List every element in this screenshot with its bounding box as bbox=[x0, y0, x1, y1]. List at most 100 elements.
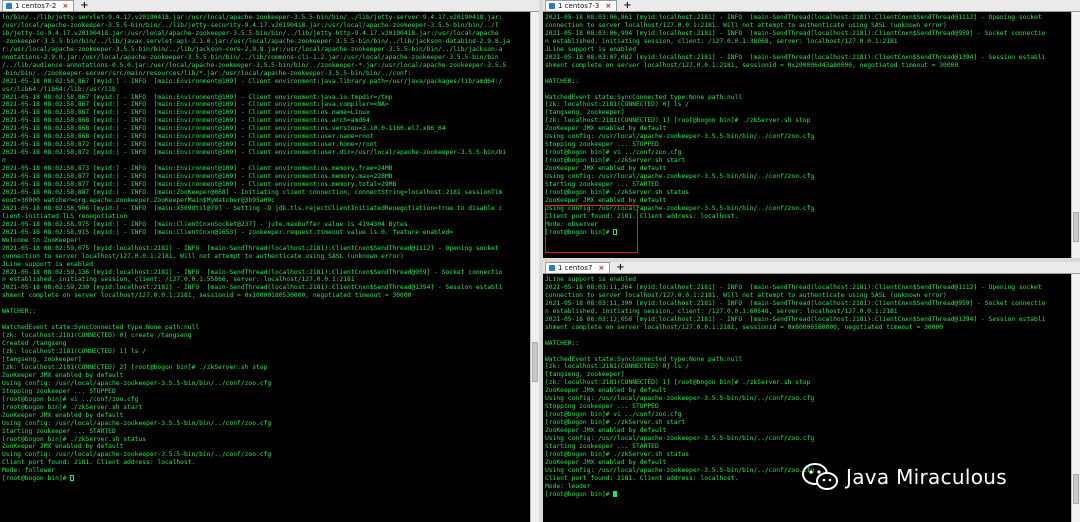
terminal-line: [root@bogon bin]# ./zkServer.sh start bbox=[545, 157, 686, 165]
scrollbar[interactable] bbox=[1071, 274, 1080, 522]
terminal-line: Created /tangseng bbox=[2, 340, 67, 348]
terminal-line: [zk: localhost:2181(CONNECTED) 0] create… bbox=[2, 332, 192, 340]
scrollbar-thumb[interactable] bbox=[1073, 212, 1079, 242]
scrollbar[interactable] bbox=[530, 12, 539, 522]
terminal-icon bbox=[549, 3, 555, 9]
terminal-line: 2021-05-18 08:03:06,994 [myid:localhost:… bbox=[545, 29, 1046, 37]
terminal-line: ZooKeeper JMX enabled by default bbox=[545, 196, 667, 204]
scrollbar-thumb[interactable] bbox=[532, 342, 538, 382]
terminal-prompt-line[interactable]: [root@bogon bin]# bbox=[2, 475, 529, 483]
terminal-line: 2021-05-18 08:02:58,868 [myid:] - INFO [… bbox=[2, 117, 370, 125]
terminal-line: ln/bin/../lib/jetty-servlet-9.4.17.v2019… bbox=[2, 14, 503, 21]
terminal-line: ZooKeeper JMX enabled by default bbox=[2, 371, 124, 379]
terminal-line: [zk: localhost:2181(CONNECTED) 1] ls / bbox=[2, 348, 147, 356]
terminal-line: ZooKeeper JMX enabled by default bbox=[545, 165, 667, 173]
terminal-line: n established, initiating session, clien… bbox=[545, 307, 898, 315]
terminal-line: 2021-05-18 08:02:58,873 [myid:] - INFO [… bbox=[2, 165, 393, 173]
terminal-line: Using config: /usr/local/apache-zookeepe… bbox=[2, 379, 272, 387]
terminal-line: n bbox=[2, 157, 6, 165]
shell-prompt: [root@bogon bin]# bbox=[545, 490, 614, 498]
terminal-line: 2021-05-18 08:02:58,975 [myid:] - INFO [… bbox=[2, 220, 408, 228]
mode-highlight-box bbox=[545, 205, 638, 253]
terminal-line: Using config: /usr/local/apache-zookeepe… bbox=[545, 173, 815, 181]
terminal-line: 2021-05-18 08:02:58,868 [myid:] - INFO [… bbox=[2, 133, 374, 141]
terminal-line: WATCHER:: bbox=[545, 77, 580, 85]
terminal-line: 2021-05-18 08:02:58,867 [myid:] - INFO [… bbox=[2, 93, 393, 101]
terminal-icon bbox=[6, 3, 12, 9]
terminal-line: JLine support is enabled bbox=[545, 45, 636, 53]
terminal-line: connection to server localhost/127.0.0.1… bbox=[545, 291, 947, 299]
terminal-line: [zk: localhost:2181(CONNECTED) 2] [root@… bbox=[2, 363, 268, 371]
terminal-line: Using config: /usr/local/apache-zookeepe… bbox=[545, 435, 815, 443]
terminal-line: connection to server localhost/127.0.0.1… bbox=[2, 252, 404, 260]
terminal-line: 2021-05-18 08:02:58,872 [myid:] - INFO [… bbox=[2, 149, 507, 157]
terminal-line: WatchedEvent state:SyncConnected type:No… bbox=[2, 324, 200, 332]
terminal-line: [root@bogon bin]# ./zkServer.sh status bbox=[545, 450, 690, 458]
tab-centos7[interactable]: 1 centos7 × bbox=[545, 262, 611, 273]
bottom-right-tab-bar: 1 centos7 × + bbox=[543, 262, 1080, 274]
terminal-line: [root@bogon bin]# vi ../conf/zoo.cfg bbox=[545, 149, 682, 157]
terminal-line: ib/jetty-io-9.4.17.v20190418.jar:/usr/lo… bbox=[2, 29, 499, 37]
left-tab-bar: 1 centos7-2 × + bbox=[0, 0, 539, 12]
terminal-line: 2021-05-18 08:03:12,058 [myid:localhost:… bbox=[545, 315, 1046, 323]
new-tab-button[interactable]: + bbox=[80, 0, 88, 11]
terminal-line: [tangseng, zookeeper] bbox=[2, 355, 82, 363]
terminal-line: usr/lib64:/lib64:/lib:/usr/lib bbox=[2, 85, 116, 93]
terminal-line: n established, initiating session, clien… bbox=[545, 37, 898, 45]
terminal-line: 2021-05-18 08:02:58,867 [myid:] - INFO [… bbox=[2, 101, 389, 109]
terminal-line: WATCHER:: bbox=[545, 339, 580, 347]
terminal-output[interactable]: ln/bin/../lib/jetty-servlet-9.4.17.v2019… bbox=[2, 14, 529, 522]
terminal-line: ZooKeeper JMX enabled by default bbox=[545, 427, 667, 435]
terminal-line: [tangseng, zookeeper] bbox=[545, 371, 625, 379]
scrollbar-thumb[interactable] bbox=[1073, 474, 1079, 504]
tab-label: 1 centos7-2 bbox=[15, 2, 57, 10]
terminal-line: 2021-05-18 08:02:58,877 [myid:] - INFO [… bbox=[2, 173, 393, 181]
terminal-line: ZooKeeper JMX enabled by default bbox=[545, 125, 667, 133]
new-tab-button[interactable]: + bbox=[616, 262, 624, 273]
terminal-line: [root@bogon bin]# vi ../conf/zoo.cfg bbox=[2, 395, 139, 403]
terminal-line: n established, initiating session, clien… bbox=[2, 276, 355, 284]
terminal-line: Starting zookeeper ... STARTED bbox=[545, 181, 659, 189]
terminal-line: shment complete on server localhost/127.… bbox=[2, 292, 412, 300]
terminal-line: [root@bogon bin]# vi ../conf/zoo.cfg bbox=[545, 411, 682, 419]
text-cursor bbox=[70, 475, 75, 482]
terminal-line: 2021-05-18 08:03:11,264 [myid:localhost:… bbox=[545, 283, 1042, 291]
terminal-line: 2021-05-18 08:02:58,868 [myid:] - INFO [… bbox=[2, 125, 446, 133]
terminal-icon bbox=[549, 265, 555, 271]
terminal-line: [tangseng, zookeeper] bbox=[545, 109, 625, 117]
terminal-line: [zk: localhost:2181(CONNECTED) 1] [root@… bbox=[545, 379, 811, 387]
scrollbar[interactable] bbox=[1071, 12, 1080, 258]
terminal-line: Mode: follower bbox=[2, 467, 56, 475]
shell-prompt: [root@bogon bin]# bbox=[2, 475, 71, 483]
terminal-line: 2021-05-18 08:02:58,906 [myid:] - INFO [… bbox=[2, 204, 503, 212]
terminal-line: ZooKeeper JMX enabled by default bbox=[2, 411, 124, 419]
close-icon[interactable]: × bbox=[62, 2, 68, 10]
terminal-line: Stopping zookeeper ... STOPPED bbox=[2, 387, 116, 395]
terminal-line: Using config: /usr/local/apache-zookeepe… bbox=[2, 419, 272, 427]
terminal-line: JLine support is enabled bbox=[545, 276, 636, 283]
new-tab-button[interactable]: + bbox=[623, 0, 631, 11]
close-icon[interactable]: × bbox=[605, 2, 611, 10]
terminal-line: 2021-05-18 08:03:06,861 [myid:localhost:… bbox=[545, 14, 1042, 21]
close-icon[interactable]: × bbox=[598, 264, 604, 272]
terminal-line: Starting zookeeper ... STARTED bbox=[2, 427, 116, 435]
tab-centos7-3[interactable]: 1 centos7-3 × bbox=[545, 0, 618, 11]
terminal-line: eout=30000 watcher=org.apache.zookeeper.… bbox=[2, 196, 275, 204]
terminal-line: 2021-05-18 08:02:58,867 [myid:] - INFO [… bbox=[2, 109, 370, 117]
terminal-line: [root@bogon bin]# ./zkServer.sh start bbox=[2, 403, 143, 411]
terminal-line: 2021-05-18 08:02:59,239 [myid:localhost:… bbox=[2, 284, 503, 292]
terminal-line: 2021-05-18 08:03:11,390 [myid:localhost:… bbox=[545, 299, 1046, 307]
tab-centos7-2[interactable]: 1 centos7-2 × bbox=[2, 0, 75, 11]
terminal-line: -zookeeper-3.5.5-bin/bin/../lib/javax.se… bbox=[2, 37, 511, 45]
terminal-line: connection to server localhost/127.0.0.1… bbox=[545, 21, 947, 29]
terminal-line: [zk: localhost:2181(CONNECTED) 0] ls / bbox=[545, 101, 690, 109]
left-terminal-pane[interactable]: 1 centos7-2 × + ln/bin/../lib/jetty-serv… bbox=[0, 0, 539, 522]
terminal-line: 2021-05-18 08:02:59,136 [myid:localhost:… bbox=[2, 268, 503, 276]
terminal-line: 2021-05-18 08:02:59,075 [myid:localhost:… bbox=[2, 244, 499, 252]
terminal-line: Using config: /usr/local/apache-zookeepe… bbox=[545, 395, 815, 403]
terminal-line: WatchedEvent state:SyncConnected type:No… bbox=[545, 93, 743, 101]
text-cursor bbox=[613, 490, 618, 497]
